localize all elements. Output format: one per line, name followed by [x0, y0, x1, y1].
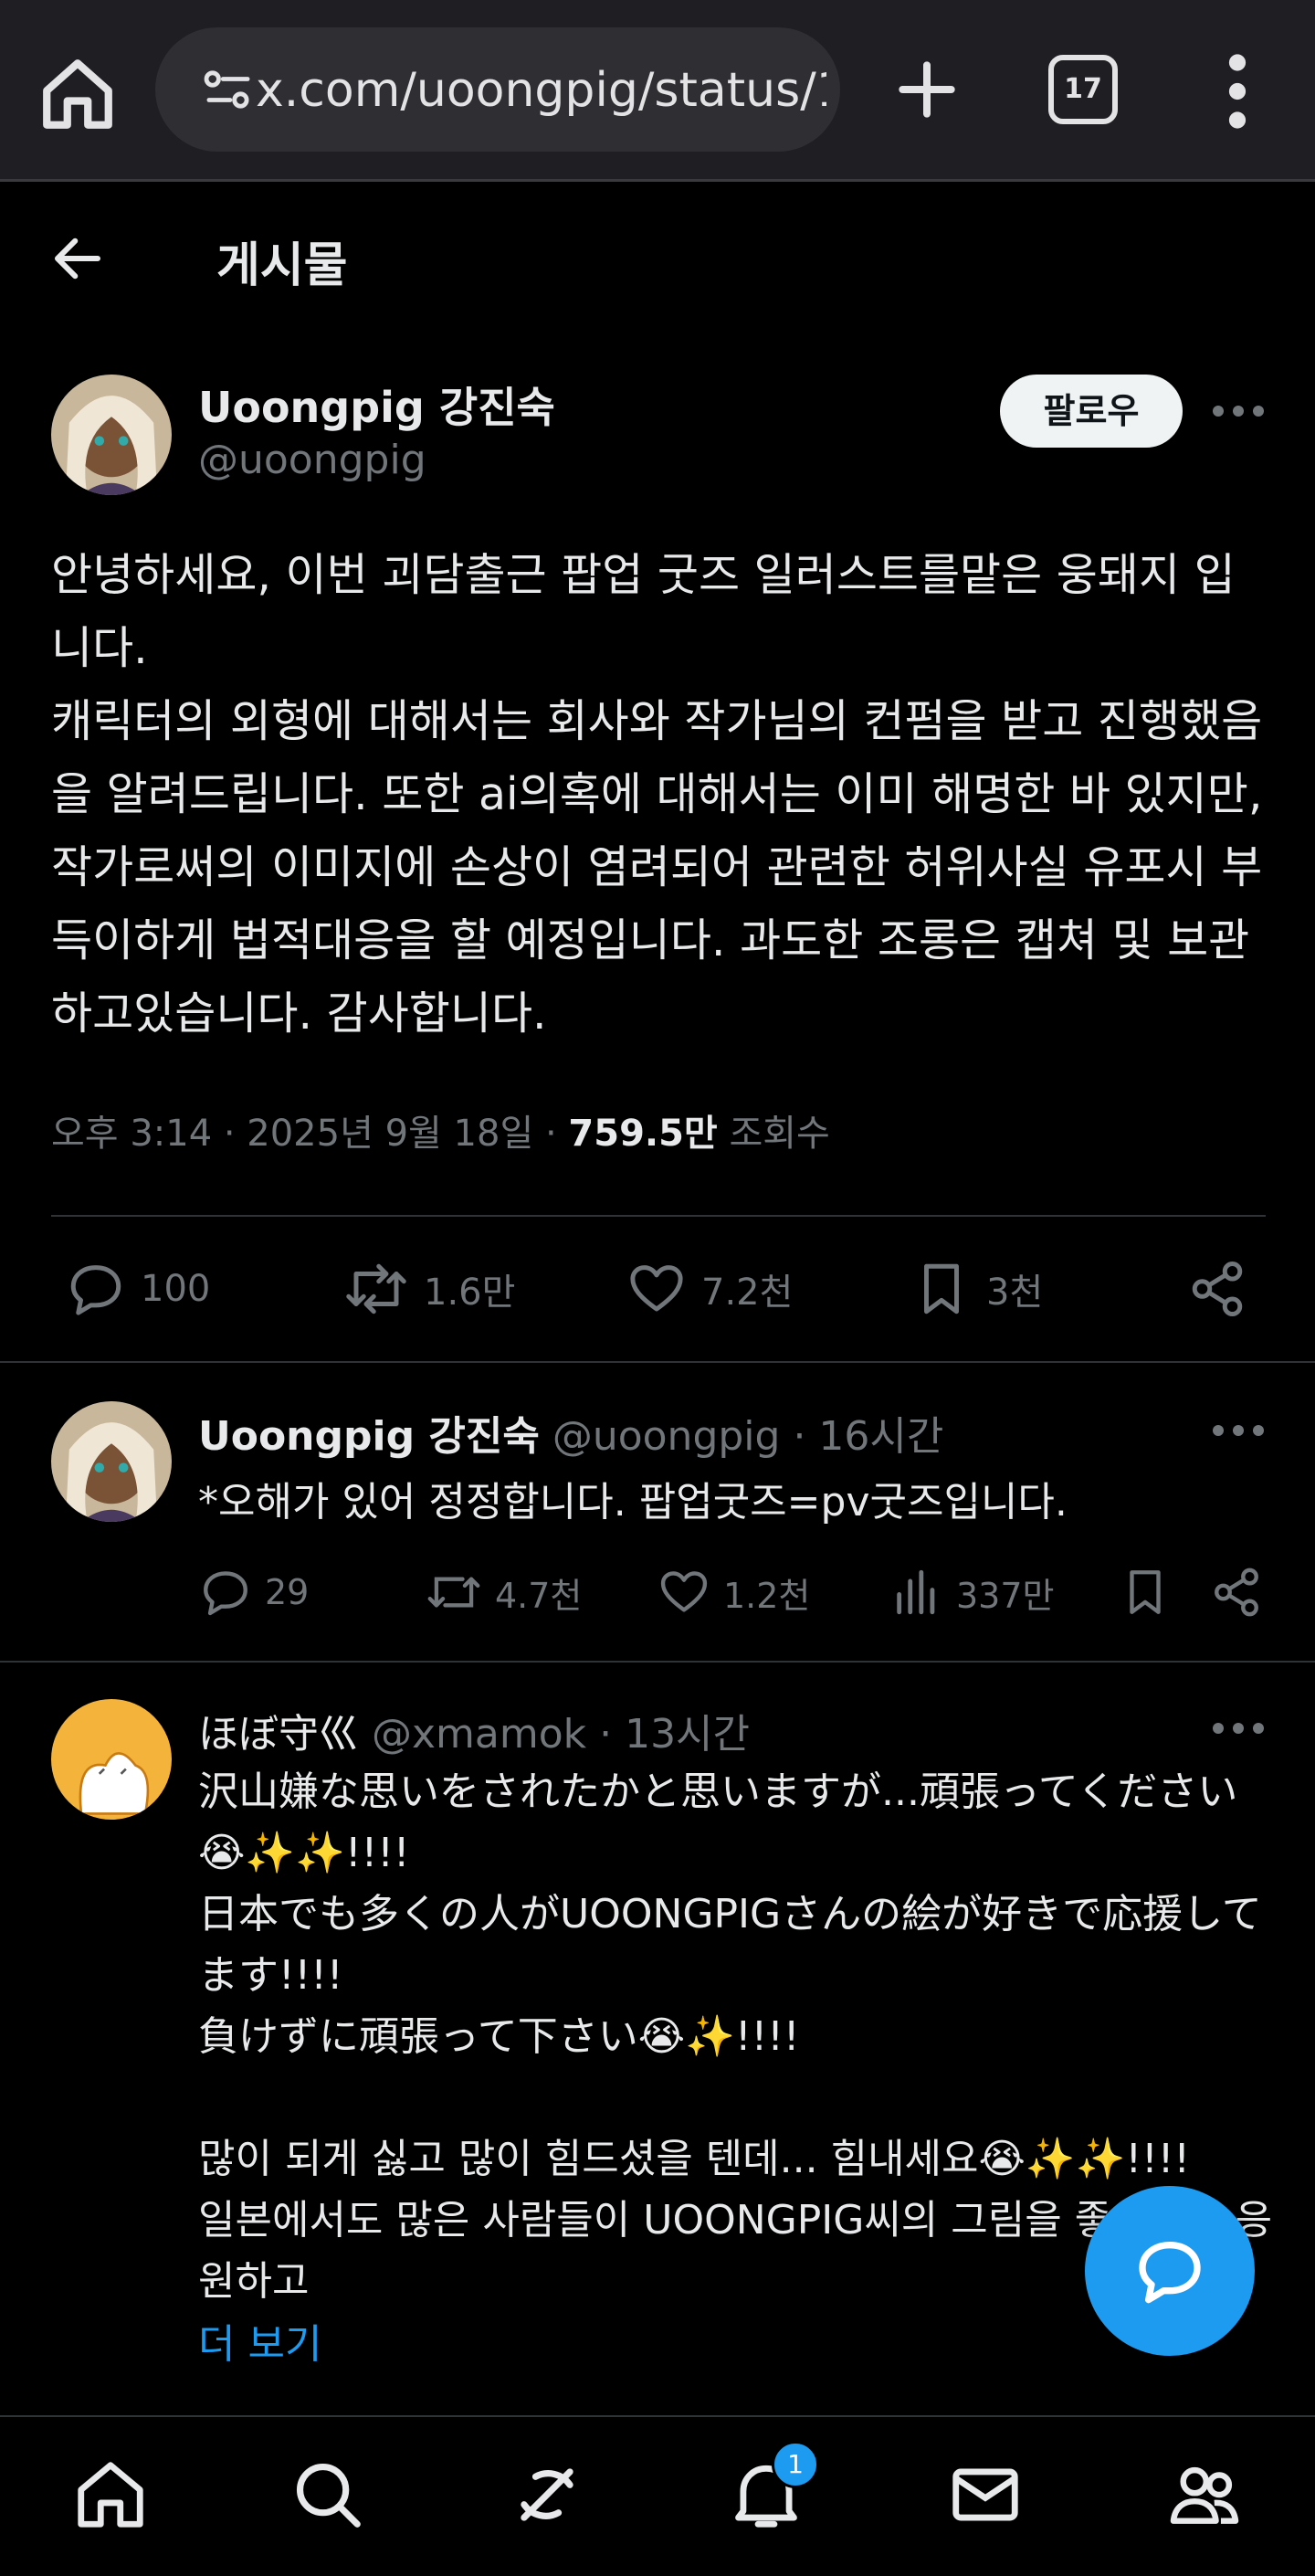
tab-switcher-button[interactable]: 17 — [1048, 55, 1118, 124]
reply-count: 29 — [265, 1572, 310, 1612]
bookmark-count: 3천 — [986, 1272, 1044, 1314]
heart-icon — [660, 1571, 708, 1612]
mail-icon[interactable] — [946, 2455, 1025, 2534]
share-icon — [1215, 1568, 1258, 1617]
author-name[interactable]: Uoongpig 강진숙 — [198, 1413, 540, 1460]
repost-button[interactable]: 1.6만 — [343, 1259, 515, 1319]
url-text[interactable]: x.com/uoongpig/status/1 — [256, 58, 826, 122]
more-horizontal-icon[interactable] — [1211, 1719, 1266, 1737]
reply-icon — [204, 1571, 247, 1616]
home-icon[interactable] — [37, 53, 119, 135]
views-count: 337만 — [956, 1575, 1055, 1616]
page-title: 게시물 — [216, 238, 348, 293]
author-handle[interactable]: @uoongpig — [198, 437, 426, 483]
reply-button[interactable]: 100 — [66, 1259, 210, 1319]
repost-count: 1.6만 — [424, 1272, 516, 1314]
post-meta: 오후 3:14 · 2025년 9월 18일 · 759.5만 조회수 — [51, 1103, 830, 1156]
repost-icon — [346, 1263, 406, 1314]
reply-text-line — [198, 2067, 1276, 2128]
views-count: 759.5만 — [568, 1113, 718, 1155]
reply-meta[interactable]: @xmamok · 13시간 — [359, 1711, 750, 1758]
bottom-navigation — [0, 2417, 1315, 2576]
reply-text-line: 負けずに頑張って下さい😭✨!!!! — [198, 2013, 800, 2060]
views-label: 조회수 — [717, 1113, 830, 1155]
post-text: 안녕하세요, 이번 괴담출근 팝업 굿즈 일러스트를맡은 웅돼지 입니다. 캐릭… — [51, 539, 1266, 1050]
more-vertical-icon[interactable] — [1219, 53, 1256, 130]
post-text-paragraph: 캐릭터의 외형에 대해서는 회사와 작가님의 컨펌을 받고 진행했음을 알려드립… — [51, 695, 1263, 1040]
reply-text-line: 沢山嫌な思いをされたかと思いますが...頑張ってください😭✨✨!!!! — [198, 1768, 1238, 1876]
divider — [0, 1361, 1315, 1363]
reply-text-line: 日本でも多くの人がUOONGPIGさんの絵が好きで応援してます!!!! — [198, 1891, 1262, 1999]
like-count: 1.2천 — [723, 1575, 811, 1616]
bookmark-button[interactable]: 3천 — [911, 1259, 1043, 1319]
reply-header: Uoongpig 강진숙 @uoongpig · 16시간 — [198, 1403, 943, 1462]
repost-count: 4.7천 — [495, 1575, 583, 1616]
more-horizontal-icon[interactable] — [1211, 1421, 1266, 1440]
avatar[interactable] — [51, 1699, 172, 1820]
bookmark-icon — [924, 1263, 959, 1314]
home-icon[interactable] — [71, 2455, 150, 2534]
site-settings-icon[interactable] — [201, 69, 256, 111]
follow-button[interactable]: 팔로우 — [1000, 375, 1183, 448]
avatar[interactable] — [51, 375, 172, 495]
like-button[interactable]: 1.2천 — [658, 1566, 810, 1619]
notification-badge: 1 — [772, 2441, 819, 2488]
reply-text: *오해가 있어 정정합니다. 팝업굿즈=pv굿즈입니다. — [198, 1479, 1068, 1526]
post-timestamp[interactable]: 오후 3:14 · 2025년 9월 18일 · — [51, 1113, 568, 1155]
reply-text-line: 많이 되게 싫고 많이 힘드셨을 텐데... 힘내세요😭✨✨!!!! — [198, 2136, 1191, 2182]
author-name[interactable]: Uoongpig 강진숙 — [198, 375, 555, 435]
reply-header: ほぼ守巛 @xmamok · 13시간 — [198, 1701, 750, 1759]
divider — [0, 1661, 1315, 1663]
bookmark-icon — [1130, 1570, 1161, 1614]
views-chart-icon — [897, 1569, 935, 1615]
repost-button[interactable]: 4.7천 — [426, 1566, 582, 1619]
chat-bubble-icon — [1139, 2242, 1201, 2304]
author-name[interactable]: ほぼ守巛 — [198, 1711, 359, 1758]
search-icon[interactable] — [289, 2455, 367, 2534]
communities-icon[interactable] — [1165, 2455, 1244, 2534]
reply-meta[interactable]: @uoongpig · 16시간 — [540, 1413, 944, 1460]
show-more-link[interactable]: 더 보기 — [198, 2311, 321, 2370]
reply-button[interactable]: 29 — [199, 1566, 309, 1619]
avatar[interactable] — [51, 1401, 172, 1522]
divider — [51, 1215, 1266, 1217]
like-button[interactable]: 7.2천 — [626, 1259, 793, 1319]
more-horizontal-icon[interactable] — [1211, 402, 1266, 420]
reply-icon — [70, 1265, 121, 1315]
share-icon — [1192, 1262, 1243, 1316]
post-text-paragraph: 안녕하세요, 이번 괴담출근 팝업 굿즈 일러스트를맡은 웅돼지 입니다. — [51, 549, 1236, 674]
new-tab-icon[interactable] — [890, 53, 963, 126]
back-arrow-icon[interactable] — [47, 228, 108, 289]
compose-reply-button[interactable] — [1085, 2186, 1255, 2356]
repost-icon — [427, 1577, 480, 1608]
like-count: 7.2천 — [701, 1272, 794, 1314]
heart-icon — [630, 1265, 683, 1312]
grok-icon[interactable] — [508, 2455, 586, 2534]
share-button[interactable] — [1187, 1259, 1247, 1319]
share-button[interactable] — [1210, 1566, 1263, 1619]
views-button[interactable]: 337만 — [890, 1566, 1055, 1619]
bookmark-button[interactable] — [1119, 1566, 1172, 1619]
reply-count: 100 — [141, 1268, 211, 1310]
